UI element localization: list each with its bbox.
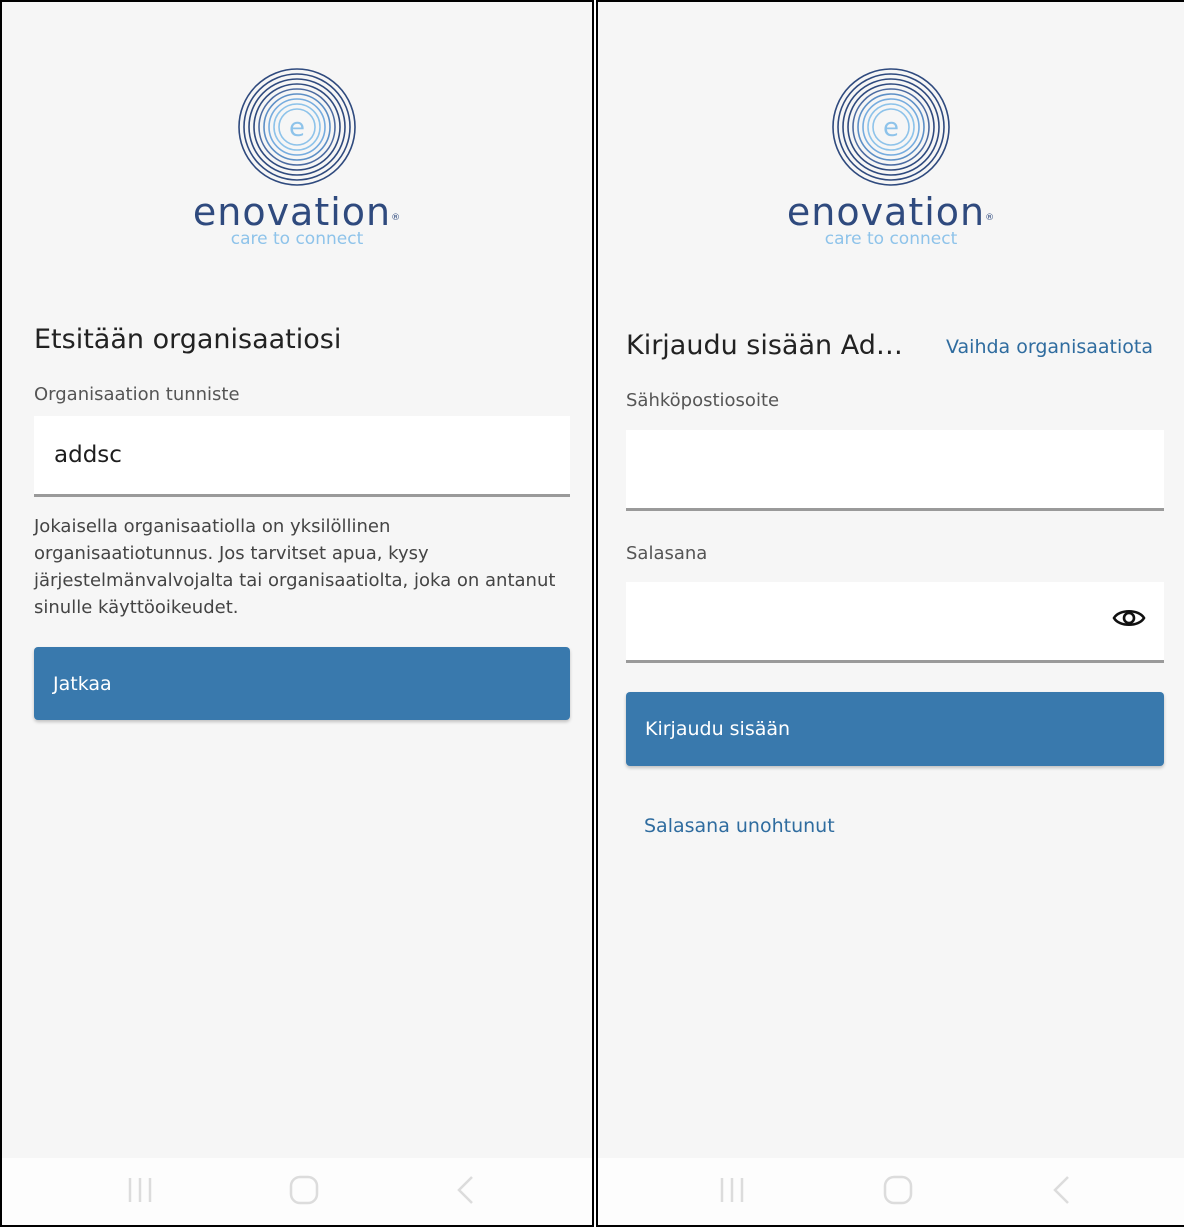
home-icon[interactable]	[288, 1174, 320, 1206]
org-id-label: Organisaation tunniste	[34, 384, 240, 405]
recent-apps-icon[interactable]	[126, 1174, 154, 1206]
logo-wordmark: enovation	[786, 190, 986, 234]
page-title: Kirjaudu sisään Ad…	[626, 330, 903, 361]
logo-wordmark: enovation	[192, 190, 392, 234]
home-icon[interactable]	[882, 1174, 914, 1206]
org-id-value[interactable]: addsc	[54, 416, 122, 494]
change-organisation-link[interactable]: Vaihda organisaatiota	[946, 336, 1153, 358]
registered-mark: ®	[985, 213, 996, 223]
email-input[interactable]	[626, 430, 1164, 511]
android-nav-bar	[2, 1158, 592, 1225]
password-input[interactable]	[626, 582, 1164, 663]
svg-text:e: e	[883, 113, 899, 143]
svg-text:e: e	[289, 113, 305, 143]
enovation-logo-icon: e	[238, 68, 356, 186]
recent-apps-icon[interactable]	[718, 1174, 746, 1206]
page-title: Etsitään organisaatiosi	[34, 324, 342, 355]
forgot-password-link[interactable]: Salasana unohtunut	[644, 815, 835, 837]
password-label: Salasana	[626, 543, 708, 564]
enovation-logo: e enovation® care to connect	[177, 64, 417, 248]
continue-button[interactable]: Jatkaa	[34, 647, 570, 720]
android-nav-bar	[598, 1158, 1184, 1225]
enovation-logo: e enovation® care to connect	[771, 64, 1011, 248]
continue-button-label: Jatkaa	[53, 672, 112, 695]
sign-in-button[interactable]: Kirjaudu sisään	[626, 692, 1164, 766]
registered-mark: ®	[391, 213, 402, 223]
help-text: Jokaisella organisaatiolla on yksilöllin…	[34, 516, 556, 618]
enovation-logo-icon: e	[832, 68, 950, 186]
back-icon[interactable]	[454, 1174, 478, 1206]
org-id-input[interactable]: addsc	[34, 416, 570, 497]
sign-in-screen: e enovation® care to connect Kirjaudu si…	[596, 0, 1184, 1227]
back-icon[interactable]	[1050, 1174, 1074, 1206]
sign-in-button-label: Kirjaudu sisään	[645, 718, 791, 740]
email-label: Sähköpostiosoite	[626, 390, 780, 411]
show-password-eye-icon[interactable]	[1112, 606, 1146, 630]
organisation-screen: e enovation® care to connect Etsitään or…	[0, 0, 594, 1227]
